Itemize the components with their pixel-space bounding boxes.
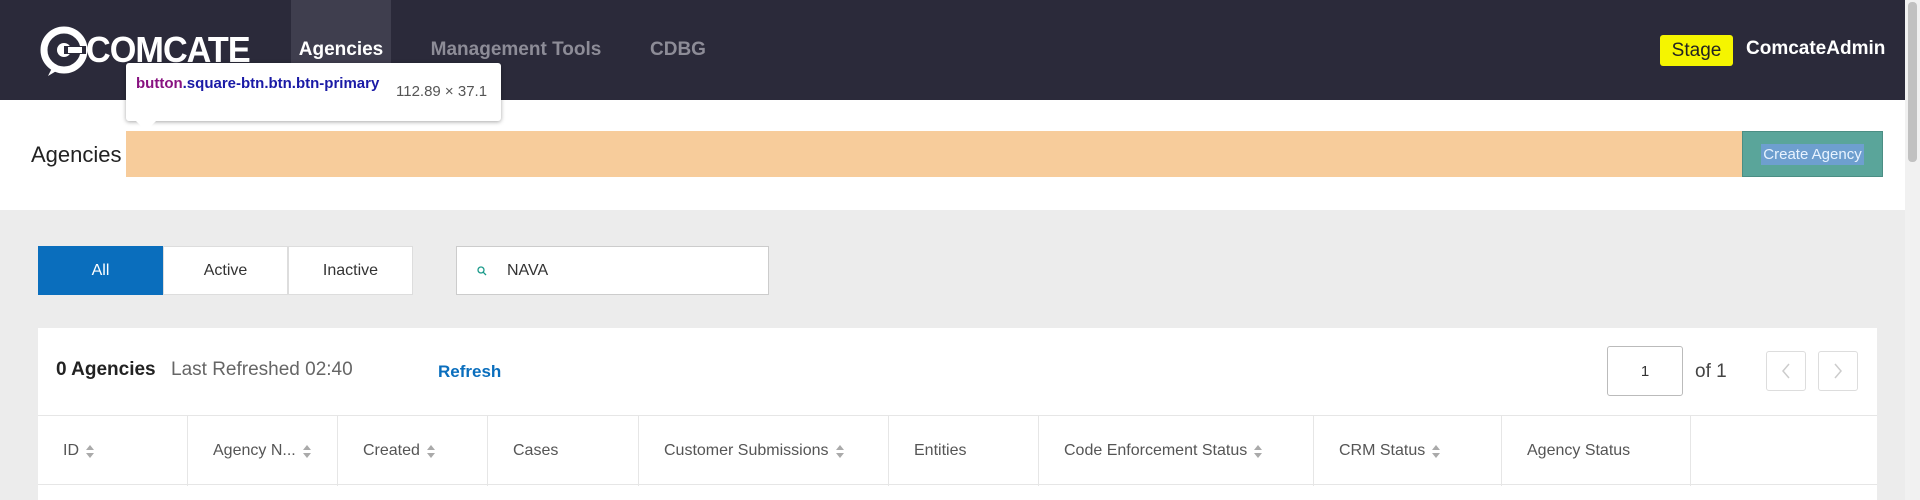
devtools-inspect-highlight: [126, 131, 1743, 177]
column-label: Code Enforcement Status: [1064, 442, 1248, 459]
column-label: Customer Submissions: [664, 442, 829, 459]
nav-item-label: Management Tools: [430, 39, 602, 60]
sort-icon[interactable]: [86, 444, 95, 458]
column-label: ID: [63, 442, 79, 459]
column-header-created[interactable]: Created: [338, 416, 488, 486]
table-header: ID Agency N... Created Cases Customer Su…: [38, 415, 1877, 486]
nav-item-label: CDBG: [650, 39, 706, 60]
sort-icon[interactable]: [835, 444, 845, 458]
scrollbar-thumb[interactable]: [1908, 2, 1917, 162]
page-title: Agencies: [31, 142, 122, 167]
column-header-customer-submissions[interactable]: Customer Submissions: [639, 416, 889, 486]
chevron-left-icon: [1782, 363, 1790, 379]
sort-icon[interactable]: [426, 444, 436, 458]
filter-label: Active: [203, 261, 248, 279]
sort-icon[interactable]: [1254, 444, 1263, 458]
column-label: CRM Status: [1339, 442, 1426, 459]
comcate-logo-icon: [40, 26, 88, 76]
environment-badge: Stage: [1660, 35, 1733, 66]
next-page-button[interactable]: [1818, 351, 1858, 391]
agency-count: 0 Agencies: [56, 359, 156, 380]
sort-icon[interactable]: [1432, 444, 1441, 458]
column-label: Created: [363, 442, 420, 459]
page-total: of 1: [1695, 361, 1727, 382]
filter-active-button[interactable]: Active: [163, 246, 288, 295]
column-header-id[interactable]: ID: [38, 416, 188, 486]
column-header-crm-status[interactable]: CRM Status: [1314, 416, 1502, 486]
search-value: NAVA: [507, 262, 549, 279]
column-label: Entities: [914, 442, 967, 459]
tooltip-size: 112.89 × 37.1: [396, 83, 488, 100]
search-input[interactable]: NAVA: [456, 246, 769, 295]
column-label: Agency N...: [213, 442, 296, 459]
column-header-agency-status: Agency Status: [1502, 416, 1691, 486]
prev-page-button[interactable]: [1766, 351, 1806, 391]
create-agency-button[interactable]: Create Agency: [1742, 131, 1883, 177]
tooltip-tag: button: [136, 75, 183, 92]
vertical-scrollbar[interactable]: [1905, 0, 1920, 500]
devtools-element-tooltip: button.square-btn.btn.btn-primary 112.89…: [126, 63, 501, 131]
last-refreshed: Last Refreshed 02:40: [171, 359, 353, 380]
column-label: Agency Status: [1527, 442, 1631, 459]
column-header-entities: Entities: [889, 416, 1039, 486]
nav-item-label: Agencies: [298, 39, 384, 60]
column-header-cases: Cases: [488, 416, 639, 486]
column-label: Cases: [513, 442, 559, 459]
search-icon: [477, 266, 487, 276]
filter-label: All: [91, 261, 110, 279]
filter-all-button[interactable]: All: [38, 246, 163, 295]
filter-inactive-button[interactable]: Inactive: [288, 246, 413, 295]
tooltip-selector: button.square-btn.btn.btn-primary: [136, 73, 386, 94]
refresh-link[interactable]: Refresh: [438, 362, 501, 382]
nav-item-cdbg[interactable]: CDBG: [646, 0, 710, 100]
filter-label: Inactive: [322, 261, 379, 279]
page-number-input[interactable]: 1: [1607, 346, 1683, 396]
sort-icon[interactable]: [302, 444, 312, 458]
create-agency-label: Create Agency: [1761, 143, 1864, 165]
chevron-right-icon: [1834, 363, 1842, 379]
tooltip-classes: .square-btn.btn.btn-primary: [182, 75, 380, 92]
user-menu[interactable]: ComcateAdmin: [1746, 38, 1885, 60]
column-header-agency-name[interactable]: Agency N...: [188, 416, 338, 486]
column-header-code-enforcement-status[interactable]: Code Enforcement Status: [1039, 416, 1314, 486]
